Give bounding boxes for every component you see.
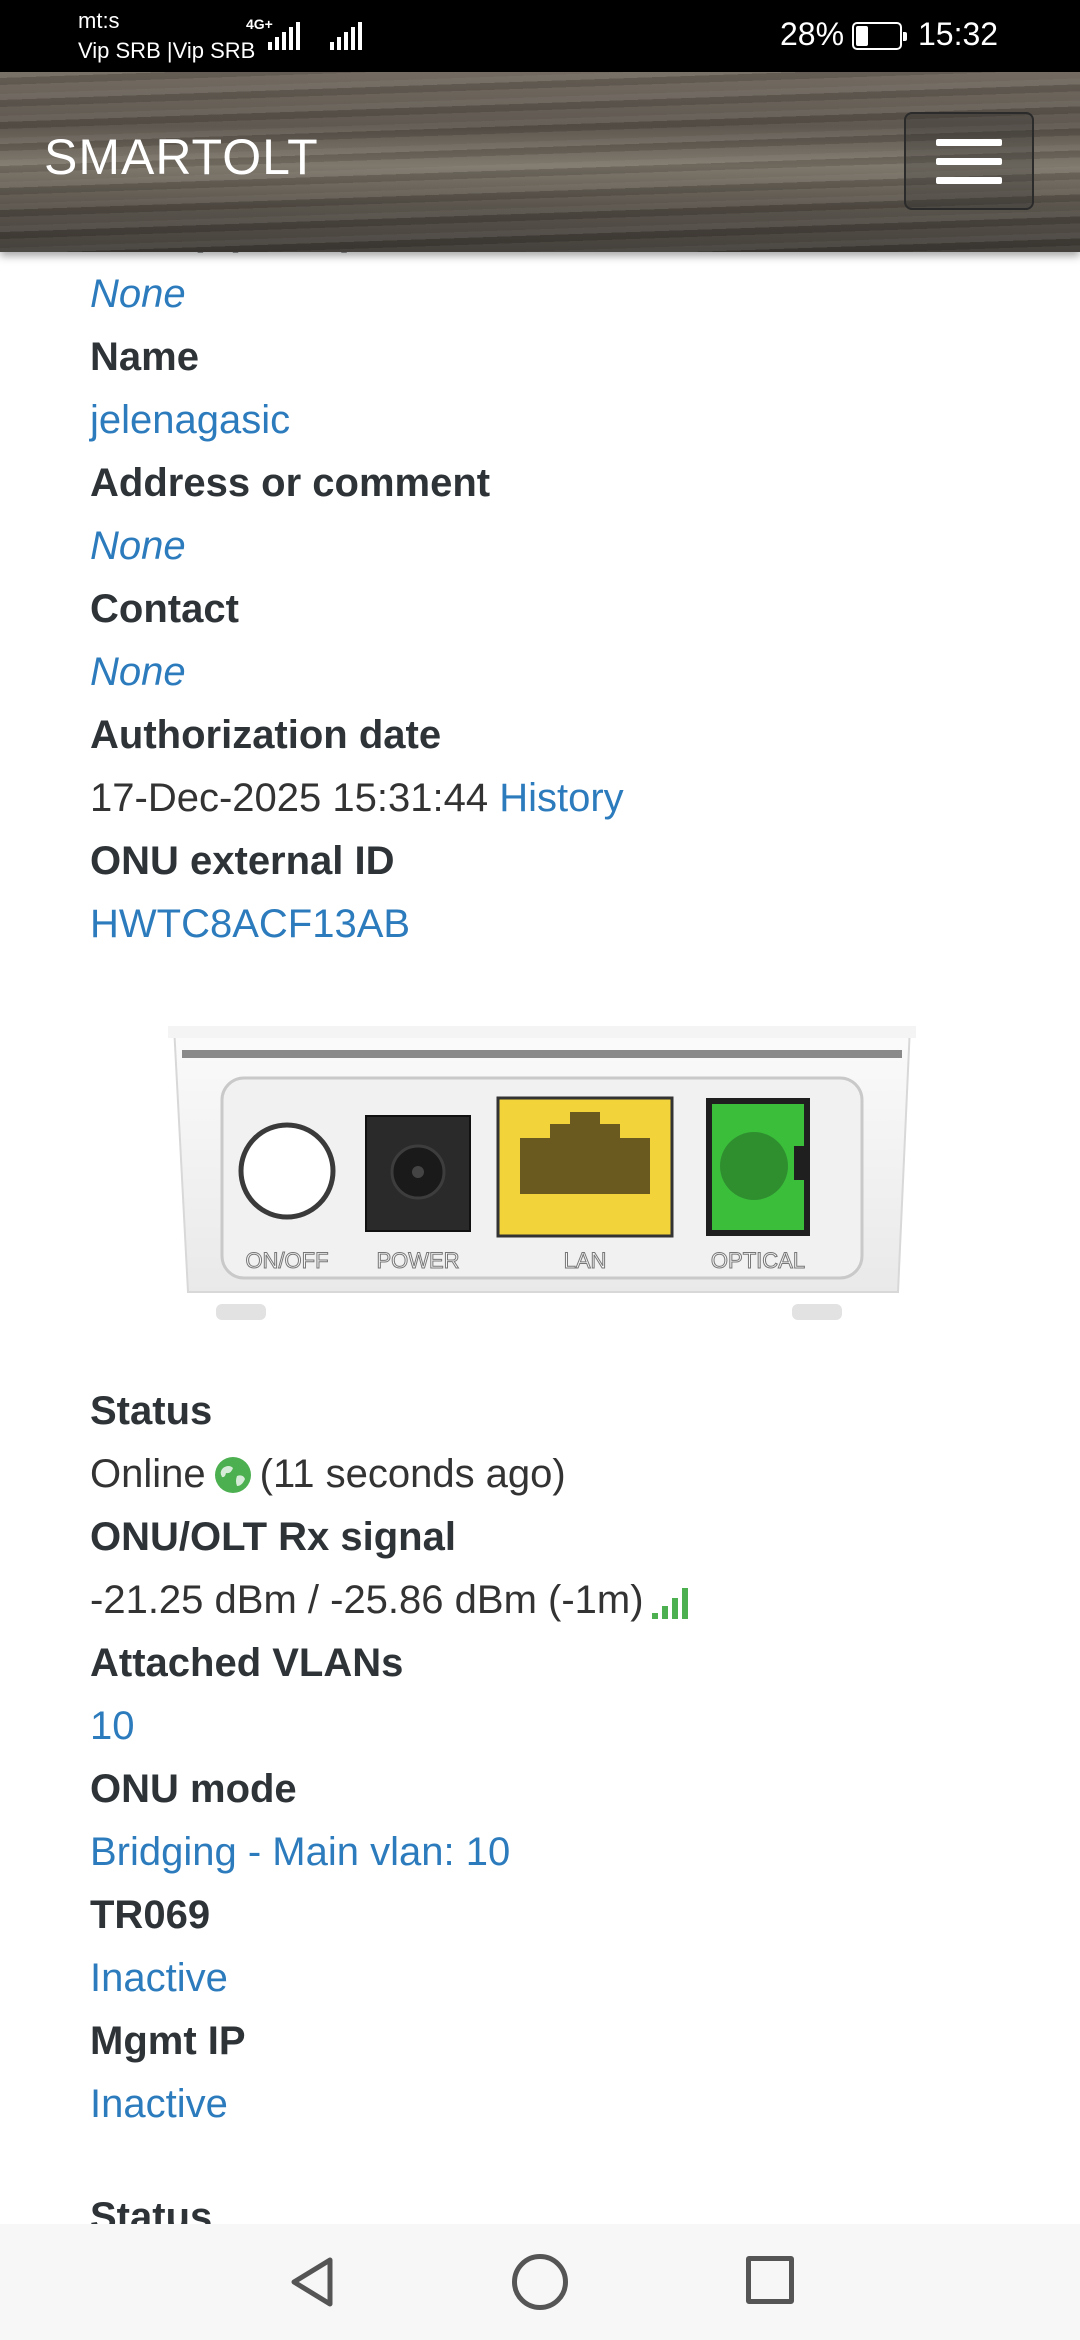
external-id-label: ONU external ID	[90, 839, 395, 883]
name-label: Name	[90, 335, 199, 379]
odb-value[interactable]: None	[90, 263, 1050, 326]
home-icon[interactable]	[512, 2254, 568, 2310]
mode-label: ONU mode	[90, 1767, 297, 1811]
on-off-button	[238, 1122, 336, 1220]
port-label-power: POWER	[376, 1248, 459, 1273]
contact-label: Contact	[90, 587, 239, 631]
status-since: (11 seconds ago)	[259, 1452, 566, 1496]
clock: 15:32	[918, 16, 999, 52]
recent-apps-icon[interactable]	[746, 2256, 794, 2304]
port-label-lan: LAN	[564, 1248, 607, 1273]
carrier-label-top: mt:s	[78, 8, 120, 33]
vlans-value[interactable]: 10	[90, 1695, 1050, 1758]
name-value[interactable]: jelenagasic	[90, 389, 1050, 452]
external-id-value[interactable]: HWTC8ACF13AB	[90, 893, 1050, 956]
battery-percent: 28%	[780, 16, 845, 52]
app-header: SMARTOLT	[0, 72, 1080, 252]
optical-port	[706, 1098, 810, 1236]
auth-history-link[interactable]: History	[499, 776, 623, 820]
signal-bars-icon	[651, 1587, 688, 1619]
auth-date-row: 17-Dec-2025 15:31:44 History	[90, 767, 1050, 830]
carrier-label-bottom: Vip SRB |Vip SRB	[78, 38, 256, 63]
brand-logo[interactable]: SMARTOLT	[44, 128, 319, 186]
globe-icon	[214, 1456, 251, 1493]
back-icon[interactable]	[284, 2254, 340, 2310]
power-port	[365, 1115, 471, 1232]
status-value: Online	[90, 1452, 206, 1496]
signal-value: -21.25 dBm / -25.86 dBm (-1m)	[90, 1578, 644, 1622]
contact-value[interactable]: None	[90, 641, 1050, 704]
tr069-value[interactable]: Inactive	[90, 1947, 1050, 2010]
signal-label: ONU/OLT Rx signal	[90, 1515, 456, 1559]
status-bar: mt:s Vip SRB |Vip SRB 4G+ 28% 15:32	[0, 0, 1080, 72]
tr069-label: TR069	[90, 1893, 211, 1937]
port-label-onoff: ON/OFF	[245, 1248, 328, 1273]
onu-device-image: ON/OFF POWER LAN OPTICAL	[168, 1026, 916, 1320]
port-label-optical: OPTICAL	[711, 1248, 805, 1273]
cell-signal-icon	[268, 20, 300, 50]
status-row: Online (11 seconds ago)	[90, 1443, 1050, 1506]
cell-signal-icon-2	[330, 20, 362, 50]
status-label: Status	[90, 1389, 213, 1433]
auth-date-label: Authorization date	[90, 713, 442, 757]
signal-row: -21.25 dBm / -25.86 dBm (-1m)	[90, 1569, 1050, 1632]
auth-date-value: 17-Dec-2025 15:31:44	[90, 776, 489, 820]
vlans-label: Attached VLANs	[90, 1641, 404, 1685]
lan-port	[496, 1096, 674, 1238]
mode-value[interactable]: Bridging - Main vlan: 10	[90, 1821, 1050, 1884]
hamburger-menu-icon[interactable]	[904, 112, 1034, 210]
mgmt-ip-value[interactable]: Inactive	[90, 2073, 1050, 2136]
mgmt-ip-label: Mgmt IP	[90, 2019, 246, 2063]
address-value[interactable]: None	[90, 515, 1050, 578]
address-label: Address or comment	[90, 461, 491, 505]
system-nav-bar	[0, 2224, 1080, 2340]
battery-icon	[852, 22, 907, 50]
